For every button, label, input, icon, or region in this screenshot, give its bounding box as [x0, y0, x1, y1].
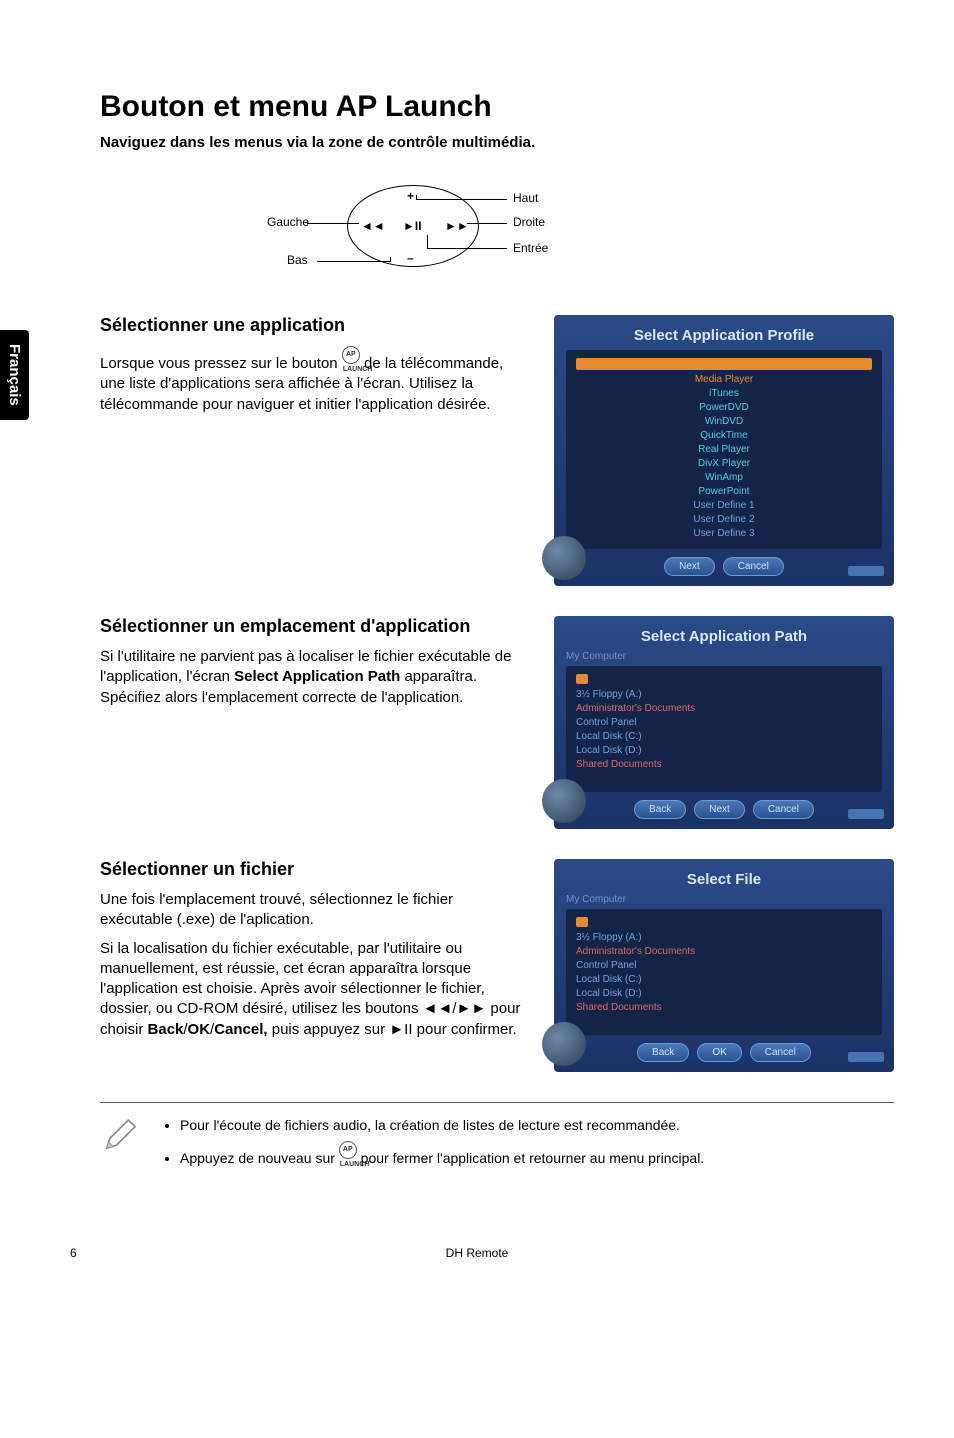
ss3-item: Administrator's Documents [576, 945, 872, 959]
section-select-application: Sélectionner une application Lorsque vou… [100, 315, 894, 586]
doc-name: DH Remote [190, 1246, 764, 1260]
ss1-selected-row [576, 358, 872, 370]
ss1-item: PowerDVD [576, 401, 872, 415]
ss-orb-icon [542, 1022, 586, 1066]
s2-paragraph: Si l'utilitaire ne parvient pas à locali… [100, 647, 524, 708]
ss2-item: Control Panel [576, 716, 872, 730]
play-glyph: ►II [389, 1021, 412, 1038]
s1-paragraph: Lorsque vous pressez sur le bouton AP LA… [100, 346, 524, 415]
ss1-item: Real Player [576, 443, 872, 457]
ss2-item: 3½ Floppy (A:) [576, 688, 872, 702]
label-haut: Haut [513, 191, 538, 205]
s3-paragraph-1: Une fois l'emplacement trouvé, sélection… [100, 890, 524, 931]
s1-text-a: Lorsque vous pressez sur le bouton [100, 355, 342, 372]
ss1-item: DivX Player [576, 457, 872, 471]
ss1-item: User Define 1 [576, 499, 872, 513]
page-footer: 6 DH Remote [0, 1246, 954, 1260]
section-select-path: Sélectionner un emplacement d'applicatio… [100, 616, 894, 829]
ss3-title: Select File [566, 871, 882, 888]
ss1-item: User Define 2 [576, 513, 872, 527]
ss3-subtitle: My Computer [566, 894, 882, 905]
pencil-note-icon [100, 1115, 146, 1160]
ss3-selected-mark [576, 917, 588, 927]
ss2-subtitle: My Computer [566, 651, 882, 662]
s3-bold-a: Back [148, 1021, 184, 1038]
label-gauche: Gauche [267, 215, 309, 229]
ap-launch-icon: AP LAUNCH [342, 346, 360, 364]
note-1: Pour l'écoute de fichiers audio, la créa… [180, 1115, 704, 1135]
ss2-back-button: Back [634, 800, 686, 819]
ss2-item: Local Disk (D:) [576, 744, 872, 758]
page-title: Bouton et menu AP Launch [100, 90, 894, 124]
ss2-title: Select Application Path [566, 628, 882, 645]
prev-glyph: ◄◄ [423, 1000, 453, 1017]
page-number: 6 [0, 1246, 190, 1260]
screenshot-file: Select File My Computer 3½ Floppy (A:) A… [554, 859, 894, 1072]
ss1-item: PowerPoint [576, 485, 872, 499]
ss3-item: Local Disk (C:) [576, 973, 872, 987]
ss3-back-button: Back [637, 1043, 689, 1062]
ss-brand-icon [848, 809, 884, 819]
s1-heading: Sélectionner une application [100, 315, 524, 336]
next-icon: ►► [445, 219, 469, 233]
screenshot-profile: Select Application Profile Media Player … [554, 315, 894, 586]
s3-text-d: pour confirmer. [413, 1021, 517, 1038]
ss2-item: Shared Documents [576, 758, 872, 772]
note-2a: Appuyez de nouveau sur [180, 1150, 339, 1166]
ss3-item: Control Panel [576, 959, 872, 973]
ss-orb-icon [542, 536, 586, 580]
section-select-file: Sélectionner un fichier Une fois l'empla… [100, 859, 894, 1072]
ss2-item: Administrator's Documents [576, 702, 872, 716]
ss-orb-icon [542, 779, 586, 823]
language-tab: Français [0, 330, 29, 420]
ss2-cancel-button: Cancel [753, 800, 814, 819]
ss2-next-button: Next [694, 800, 745, 819]
ss1-item: Media Player [576, 373, 872, 387]
s3-paragraph-2: Si la localisation du fichier exécutable… [100, 939, 524, 1040]
ss1-item: iTunes [576, 387, 872, 401]
ss-brand-icon [848, 1052, 884, 1062]
ss1-item: User Define 3 [576, 527, 872, 541]
s3-heading: Sélectionner un fichier [100, 859, 524, 880]
notes-block: Pour l'écoute de fichiers audio, la créa… [100, 1102, 894, 1175]
ss3-cancel-button: Cancel [750, 1043, 811, 1062]
control-diagram: + – ◄◄ ►II ►► Haut Droite Entrée Gauche … [100, 165, 894, 285]
ss3-item: Shared Documents [576, 1001, 872, 1015]
nav-instruction: Naviguez dans les menus via la zone de c… [100, 134, 894, 151]
ss3-ok-button: OK [697, 1043, 741, 1062]
screenshot-path: Select Application Path My Computer 3½ F… [554, 616, 894, 829]
play-pause-icon: ►II [403, 219, 422, 233]
prev-icon: ◄◄ [361, 219, 385, 233]
ss1-item: WinDVD [576, 415, 872, 429]
s3-bold-c: Cancel, [214, 1021, 267, 1038]
note-2b: pour fermer l'application et retourner a… [357, 1150, 704, 1166]
ap-launch-icon: AP LAUNCH [339, 1141, 357, 1159]
s2-bold: Select Application Path [234, 668, 400, 685]
ss1-item: QuickTime [576, 429, 872, 443]
ss2-selected-mark [576, 674, 588, 684]
volume-up-icon: + [407, 189, 414, 203]
label-entree: Entrée [513, 241, 548, 255]
label-droite: Droite [513, 215, 545, 229]
s3-bold-b: OK [188, 1021, 211, 1038]
ss3-item: Local Disk (D:) [576, 987, 872, 1001]
note-2: Appuyez de nouveau sur AP LAUNCH pour fe… [180, 1141, 704, 1168]
ss1-item: WinAmp [576, 471, 872, 485]
ss-brand-icon [848, 566, 884, 576]
volume-down-icon: – [407, 251, 414, 265]
s3-text-c: puis appuyez sur [268, 1021, 390, 1038]
ss2-item: Local Disk (C:) [576, 730, 872, 744]
ss1-cancel-button: Cancel [723, 557, 784, 576]
ss1-title: Select Application Profile [566, 327, 882, 344]
ss1-next-button: Next [664, 557, 715, 576]
next-glyph: ►► [457, 1000, 487, 1017]
ss3-item: 3½ Floppy (A:) [576, 931, 872, 945]
label-bas: Bas [287, 253, 308, 267]
s2-heading: Sélectionner un emplacement d'applicatio… [100, 616, 524, 637]
